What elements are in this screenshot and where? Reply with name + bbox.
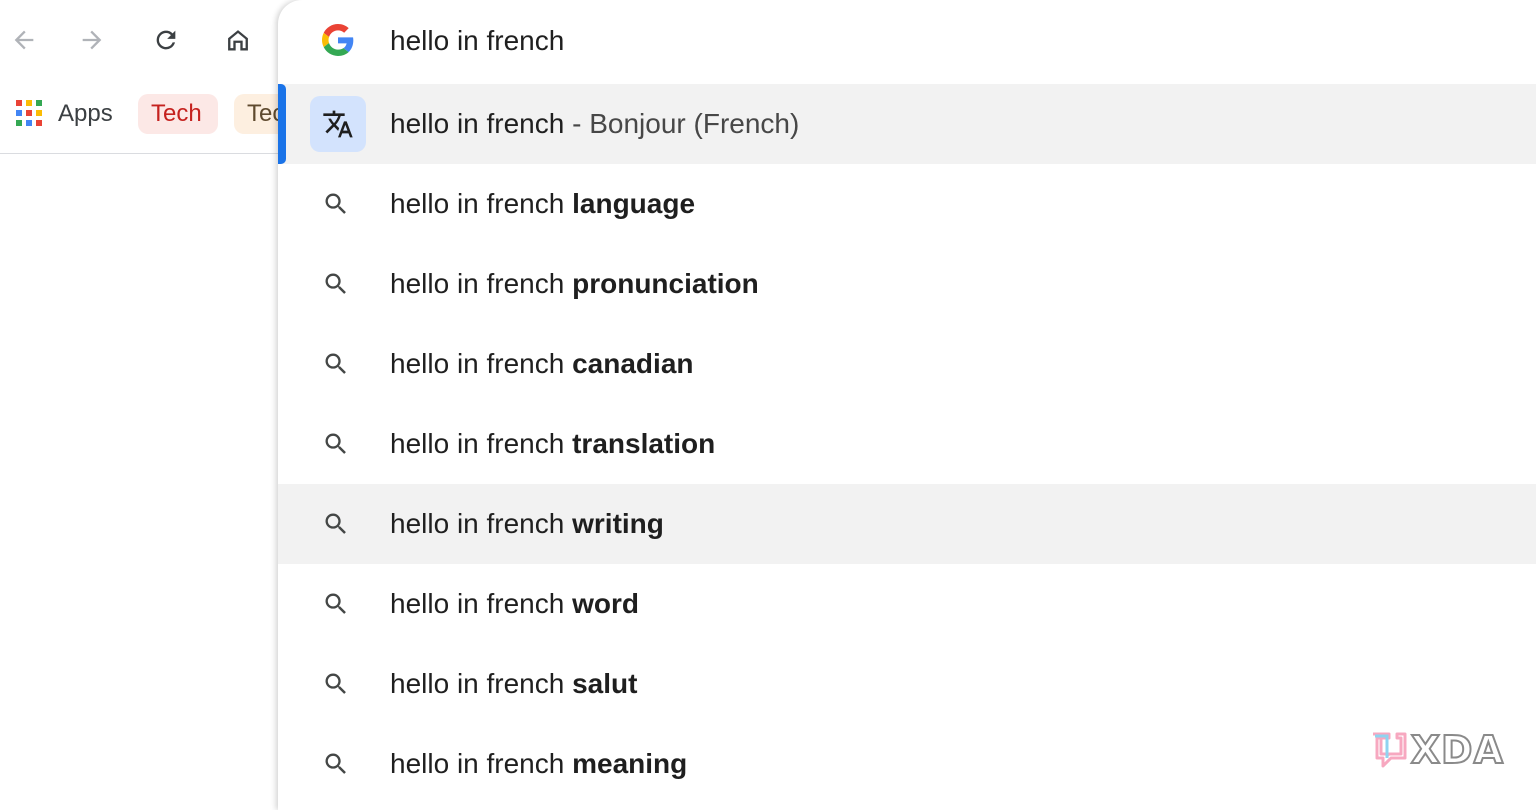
suggestion-completion: language xyxy=(572,188,696,219)
bookmark-label: Tech xyxy=(247,100,278,127)
suggestion-completion: pronunciation xyxy=(572,268,759,299)
xda-watermark: XDA xyxy=(1369,727,1504,773)
home-icon xyxy=(228,30,248,51)
suggestion-text: hello in french writing xyxy=(390,506,664,542)
home-button[interactable] xyxy=(218,20,258,60)
search-icon xyxy=(320,668,352,700)
apps-label: Apps xyxy=(58,100,113,127)
bookmarks-bar: Apps Tech Tech xyxy=(0,86,300,154)
xda-watermark-text: XDA xyxy=(1410,727,1504,773)
omnibox-input-row[interactable]: hello in french xyxy=(278,0,1536,82)
search-icon xyxy=(320,748,352,780)
google-g-icon xyxy=(322,24,354,56)
omnibox-popup: hello in french hello in french - Bonjou… xyxy=(278,0,1536,810)
suggestion-row[interactable]: hello in french meaning xyxy=(278,724,1536,804)
search-icon xyxy=(320,428,352,460)
search-icon xyxy=(320,588,352,620)
suggestion-text: hello in french word xyxy=(390,586,639,622)
suggestion-row-hovered[interactable]: hello in french writing xyxy=(278,484,1536,564)
apps-shortcut[interactable]: Apps xyxy=(16,100,113,128)
bookmark-label: Tech xyxy=(151,100,202,127)
apps-grid-icon xyxy=(16,100,44,128)
suggestion-prefix: hello in french xyxy=(390,748,573,779)
suggestion-prefix: hello in french xyxy=(390,348,573,379)
suggestion-text: hello in french pronunciation xyxy=(390,266,759,302)
suggestion-row[interactable]: hello in french canadian xyxy=(278,324,1536,404)
suggestion-row[interactable]: hello in french language xyxy=(278,164,1536,244)
suggestion-prefix: hello in french xyxy=(390,428,573,459)
suggestion-completion: word xyxy=(572,588,639,619)
suggestion-prefix: hello in french xyxy=(390,588,573,619)
suggestion-prefix: hello in french xyxy=(390,268,573,299)
bookmark-tech[interactable]: Tech xyxy=(138,94,218,134)
forward-button[interactable] xyxy=(72,20,112,60)
suggestion-text: hello in french translation xyxy=(390,426,715,462)
suggestion-row[interactable]: hello in french salut xyxy=(278,644,1536,724)
suggestion-prefix: hello in french xyxy=(390,188,573,219)
suggestion-translate-answer[interactable]: hello in french - Bonjour (French) xyxy=(278,84,1536,164)
suggestion-text: hello in french language xyxy=(390,186,695,222)
bookmark-tech-2[interactable]: Tech xyxy=(234,94,278,134)
suggestion-completion: writing xyxy=(572,508,664,539)
suggestion-row[interactable]: hello in french translation xyxy=(278,404,1536,484)
back-button[interactable] xyxy=(4,20,44,60)
suggestion-prefix: hello in french xyxy=(390,668,573,699)
reload-icon xyxy=(156,30,176,50)
arrow-left-icon xyxy=(14,30,34,50)
browser-toolbar: Apps Tech Tech xyxy=(0,0,300,810)
search-icon xyxy=(320,188,352,220)
answer-query: hello in french xyxy=(390,108,565,139)
suggestion-row[interactable]: hello in french pronunciation xyxy=(278,244,1536,324)
answer-result: - Bonjour (French) xyxy=(572,108,800,139)
search-icon xyxy=(320,508,352,540)
suggestion-text: hello in french salut xyxy=(390,666,637,702)
suggestion-text: hello in french canadian xyxy=(390,346,694,382)
suggestion-prefix: hello in french xyxy=(390,508,573,539)
suggestion-text: hello in french meaning xyxy=(390,746,687,782)
arrow-right-icon xyxy=(82,30,102,50)
xda-logo-icon xyxy=(1372,732,1407,768)
search-icon xyxy=(320,268,352,300)
suggestion-row[interactable]: hello in french word xyxy=(278,564,1536,644)
suggestion-completion: canadian xyxy=(572,348,694,379)
suggestion-completion: meaning xyxy=(572,748,688,779)
suggestion-completion: translation xyxy=(572,428,716,459)
translate-icon xyxy=(310,96,366,152)
suggestion-text: hello in french - Bonjour (French) xyxy=(390,106,799,142)
search-icon xyxy=(320,348,352,380)
reload-button[interactable] xyxy=(146,20,186,60)
omnibox-query-text[interactable]: hello in french xyxy=(390,24,564,58)
suggestion-completion: salut xyxy=(572,668,638,699)
